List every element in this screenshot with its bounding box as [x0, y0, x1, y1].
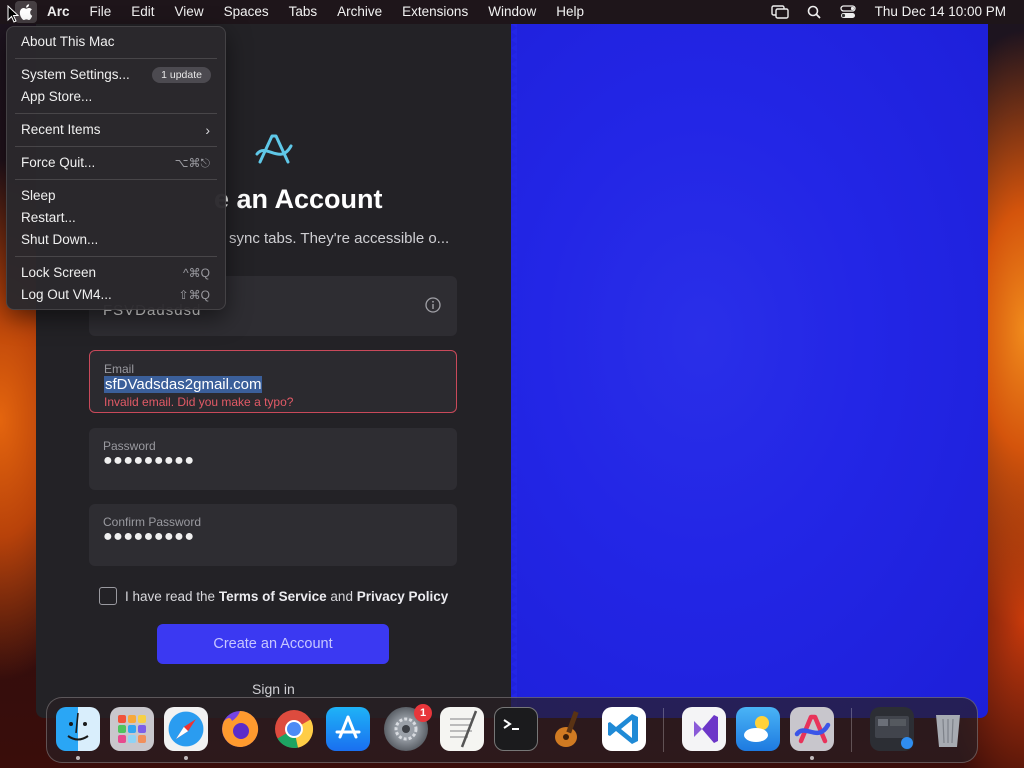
sign-in-link[interactable]: Sign in	[252, 681, 295, 697]
email-selected-text: sfDVadsdas2gmail.com	[104, 376, 263, 393]
chevron-right-icon: ›	[205, 122, 210, 138]
running-indicator	[810, 756, 814, 760]
trash-icon[interactable]	[926, 707, 970, 751]
menu-spaces[interactable]: Spaces	[214, 0, 279, 24]
notification-badge: 1	[414, 704, 432, 722]
password-label: Password	[103, 439, 156, 453]
info-icon[interactable]	[425, 297, 441, 313]
menu-app-name[interactable]: Arc	[37, 0, 80, 24]
menu-item-app-store[interactable]: App Store...	[7, 86, 225, 108]
terms-prefix: I have read the	[125, 588, 216, 604]
restart-label: Restart...	[21, 210, 76, 225]
menu-edit[interactable]: Edit	[121, 0, 164, 24]
confirm-password-label: Confirm Password	[103, 515, 202, 529]
page-title: e an Account	[214, 184, 383, 214]
visual-studio-icon[interactable]	[682, 707, 726, 751]
menu-item-restart[interactable]: Restart...	[7, 207, 225, 229]
menu-help[interactable]: Help	[546, 0, 594, 24]
terms-of-service-link[interactable]: Terms of Service	[219, 589, 327, 604]
lock-screen-shortcut: ^⌘Q	[183, 266, 210, 280]
menu-tabs[interactable]: Tabs	[279, 0, 328, 24]
spotlight-search-icon[interactable]	[797, 0, 831, 24]
shut-down-label: Shut Down...	[21, 232, 99, 247]
force-quit-label: Force Quit...	[21, 155, 96, 170]
vscode-icon[interactable]	[602, 707, 646, 751]
log-out-shortcut: ⇧⌘Q	[178, 288, 210, 302]
screen-mirroring-icon[interactable]	[763, 0, 797, 24]
terms-and: and	[330, 588, 353, 604]
finder-icon[interactable]	[56, 707, 100, 751]
update-badge: 1 update	[152, 67, 211, 83]
running-indicator	[184, 756, 188, 760]
email-error-message: Invalid email. Did you make a typo?	[104, 395, 294, 409]
safari-icon[interactable]	[164, 707, 208, 751]
page-subtitle: sync tabs. They're accessible o...	[229, 230, 450, 247]
textedit-icon[interactable]	[440, 707, 484, 751]
running-indicator	[76, 756, 80, 760]
terms-checkbox[interactable]	[99, 587, 117, 605]
menu-separator	[15, 179, 217, 180]
app-store-icon[interactable]	[326, 707, 370, 751]
about-label: About This Mac	[21, 34, 115, 49]
menu-item-recent-items[interactable]: Recent Items ›	[7, 119, 225, 141]
app-store-label: App Store...	[21, 89, 93, 104]
menu-item-shut-down[interactable]: Shut Down...	[7, 229, 225, 251]
system-settings-icon[interactable]: 1	[384, 704, 432, 751]
menu-extensions[interactable]: Extensions	[392, 0, 478, 24]
blue-background-pane	[511, 24, 988, 718]
control-center-icon[interactable]	[831, 0, 865, 24]
log-out-label: Log Out VM4...	[21, 287, 112, 302]
dock-divider	[663, 708, 664, 752]
arc-icon[interactable]	[790, 707, 834, 751]
menu-file[interactable]: File	[80, 0, 122, 24]
apple-menu-dropdown: About This Mac System Settings... 1 upda…	[6, 26, 226, 310]
force-quit-shortcut: ⌥⌘⎋	[174, 156, 210, 170]
email-field[interactable]: Email sfDVadsdas2gmail.com Invalid email…	[89, 350, 457, 413]
recent-items-label: Recent Items	[21, 122, 101, 137]
menu-item-force-quit[interactable]: Force Quit... ⌥⌘⎋	[7, 152, 225, 174]
garageband-icon[interactable]	[548, 707, 592, 751]
chrome-icon[interactable]	[272, 707, 316, 751]
menu-bar: Arc File Edit View Spaces Tabs Archive E…	[0, 0, 1024, 24]
create-account-button[interactable]: Create an Account	[157, 624, 389, 664]
confirm-password-value: ●●●●●●●●●	[103, 528, 195, 545]
terminal-icon[interactable]	[494, 707, 538, 751]
pane-edge-decoration	[511, 24, 517, 718]
email-value[interactable]: sfDVadsdas2gmail.com	[104, 376, 263, 393]
menu-separator	[15, 113, 217, 114]
menu-item-sleep[interactable]: Sleep	[7, 185, 225, 207]
lock-screen-label: Lock Screen	[21, 265, 97, 280]
sleep-label: Sleep	[21, 188, 56, 203]
menu-item-system-settings[interactable]: System Settings... 1 update	[7, 64, 225, 86]
menu-window[interactable]: Window	[478, 0, 546, 24]
menubar-clock[interactable]: Thu Dec 14 10:00 PM	[865, 0, 1024, 24]
password-field[interactable]: Password ●●●●●●●●●	[89, 428, 457, 490]
mouse-cursor-icon	[7, 5, 19, 23]
email-label: Email	[104, 362, 135, 376]
password-value: ●●●●●●●●●	[103, 452, 195, 469]
weather-icon[interactable]	[736, 707, 780, 751]
downloads-stack-icon[interactable]	[870, 707, 914, 751]
menu-item-log-out[interactable]: Log Out VM4... ⇧⌘Q	[7, 284, 225, 306]
terms-row: I have read the Terms of Service and Pri…	[99, 587, 448, 605]
arc-logo-icon	[255, 134, 293, 164]
menu-separator	[15, 58, 217, 59]
menu-item-lock-screen[interactable]: Lock Screen ^⌘Q	[7, 262, 225, 284]
firefox-icon[interactable]	[218, 707, 262, 751]
privacy-policy-link[interactable]: Privacy Policy	[357, 589, 449, 604]
menu-view[interactable]: View	[165, 0, 214, 24]
menu-archive[interactable]: Archive	[327, 0, 392, 24]
menu-separator	[15, 256, 217, 257]
menu-item-about-this-mac[interactable]: About This Mac	[7, 31, 225, 53]
confirm-password-field[interactable]: Confirm Password ●●●●●●●●●	[89, 504, 457, 566]
launchpad-icon[interactable]	[110, 707, 154, 751]
menu-separator	[15, 146, 217, 147]
dock-divider	[851, 708, 852, 752]
dock: 1	[46, 697, 978, 763]
system-settings-label: System Settings...	[21, 67, 130, 82]
